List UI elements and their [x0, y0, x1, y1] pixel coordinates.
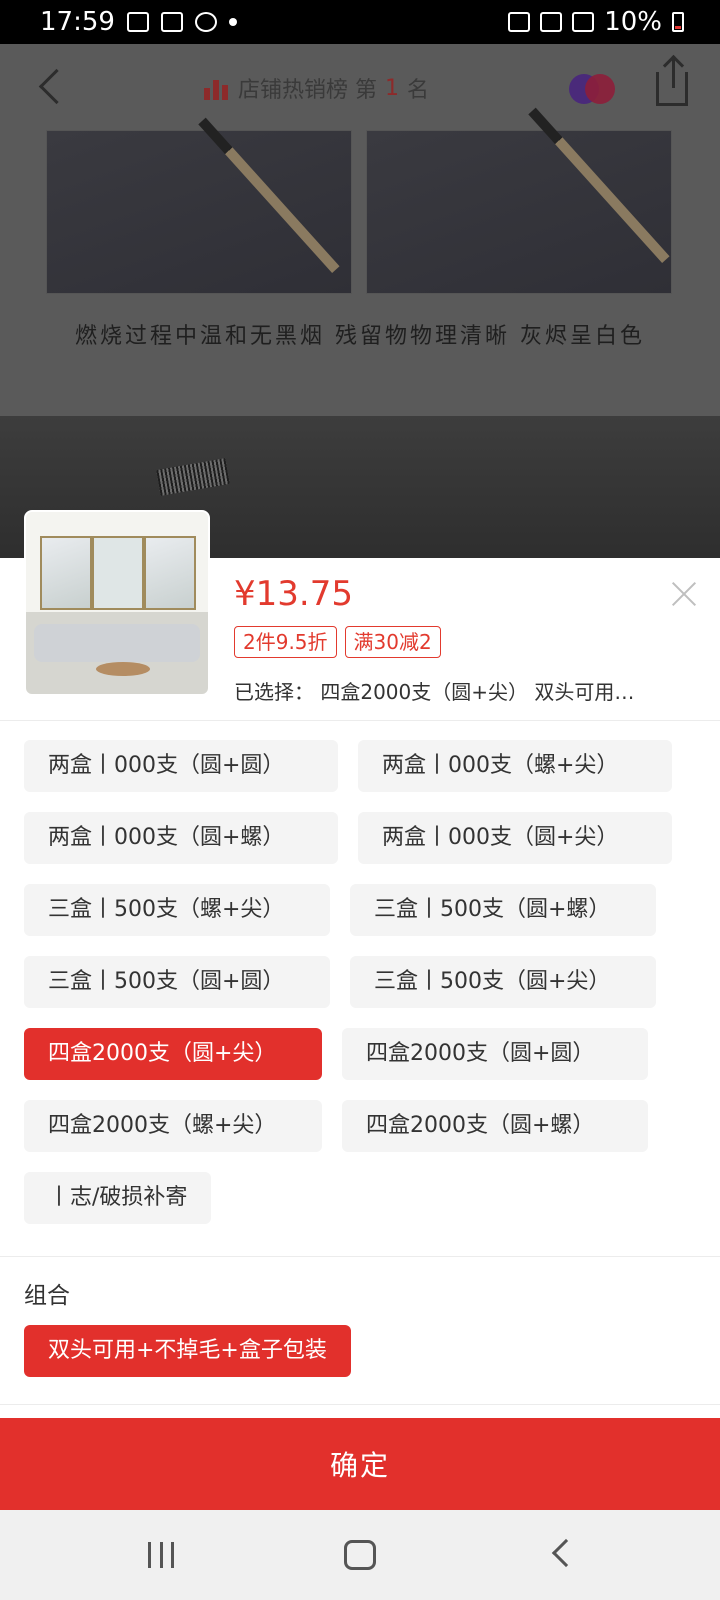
- share-icon[interactable]: [656, 58, 688, 106]
- sku-option[interactable]: 丨志/破损补寄: [24, 1172, 212, 1224]
- sku-option[interactable]: 三盒丨500支（圆+尖）: [350, 956, 656, 1008]
- status-bar: 17:59 10%: [0, 0, 720, 44]
- product-caption: 燃烧过程中温和无黑烟 残留物物理清晰 灰烬呈白色: [75, 324, 645, 349]
- confirm-button[interactable]: 确定: [0, 1418, 720, 1510]
- rank-label: 店铺热销榜 第: [238, 78, 377, 103]
- store-rank[interactable]: 店铺热销榜 第 1 名: [204, 72, 429, 104]
- divider: [0, 1256, 720, 1257]
- wifi-icon: [540, 12, 563, 32]
- zalo-icon: [160, 12, 183, 32]
- recent-apps-icon[interactable]: [148, 1542, 174, 1568]
- thumb-frame-center: [92, 536, 144, 610]
- sku-options: 两盒丨000支（圆+圆） 两盒丨000支（螺+尖） 两盒丨000支（圆+螺） 两…: [24, 740, 696, 1224]
- rank-suffix: 名: [407, 78, 430, 103]
- thumb-table: [96, 662, 150, 676]
- promo-badge: 2件9.5折: [234, 626, 337, 658]
- close-icon[interactable]: [670, 580, 698, 608]
- product-photo-right: [366, 107, 672, 294]
- system-back-icon[interactable]: [551, 1538, 581, 1568]
- sku-option[interactable]: 四盒2000支（圆+螺）: [342, 1100, 648, 1152]
- sku-option[interactable]: 三盒丨500支（圆+圆）: [24, 956, 330, 1008]
- sku-option[interactable]: 两盒丨000支（圆+圆）: [24, 740, 338, 792]
- rank-bars-icon: [204, 76, 230, 100]
- sku-option[interactable]: 三盒丨500支（螺+尖）: [24, 884, 330, 936]
- sync-icon: [194, 12, 217, 32]
- thumb-frame-left: [40, 536, 92, 610]
- notification-dot-icon: [228, 18, 237, 26]
- sku-option[interactable]: 两盒丨000支（螺+尖）: [358, 740, 672, 792]
- selected-summary: 已选择： 四盒2000支（圆+尖） 双头可用…: [234, 680, 635, 704]
- back-icon[interactable]: [36, 70, 62, 106]
- sku-option[interactable]: 四盒2000支（螺+尖）: [24, 1100, 322, 1152]
- brand-logo-icon[interactable]: [569, 74, 615, 104]
- status-time: 17:59: [40, 7, 115, 37]
- rank-number: 1: [385, 75, 399, 101]
- product-detail-background: 店铺热销榜 第 1 名 燃烧过程中温和无黑烟 残留物物理清晰 灰烬呈白色: [0, 44, 720, 558]
- sku-option[interactable]: 两盒丨000支（圆+尖）: [358, 812, 672, 864]
- group-title: 组合: [24, 1283, 70, 1309]
- signal-icon: [572, 12, 595, 32]
- battery-saver-icon: [508, 12, 531, 32]
- battery-text: 10%: [604, 7, 662, 37]
- thumb-sofa: [34, 624, 200, 662]
- promo-badge: 满30减2: [344, 626, 441, 658]
- divider: [0, 720, 720, 721]
- home-icon[interactable]: [344, 1540, 376, 1570]
- product-image-section: 店铺热销榜 第 1 名 燃烧过程中温和无黑烟 残留物物理清晰 灰烬呈白色: [0, 44, 720, 416]
- barcode-graphic: [156, 458, 230, 496]
- promo-badges: 2件9.5折 满30减2: [234, 626, 441, 658]
- image-icon: [126, 12, 149, 32]
- system-navbar: [0, 1510, 720, 1600]
- group-option-selected[interactable]: 双头可用+不掉毛+盒子包装: [24, 1325, 351, 1377]
- product-photo-left: [46, 117, 352, 294]
- sku-option[interactable]: 四盒2000支（圆+圆）: [342, 1028, 648, 1080]
- battery-icon: [672, 12, 684, 32]
- sku-thumbnail[interactable]: [24, 510, 210, 696]
- product-navbar: 店铺热销榜 第 1 名: [0, 44, 720, 130]
- sku-option-selected[interactable]: 四盒2000支（圆+尖）: [24, 1028, 322, 1080]
- sku-option[interactable]: 三盒丨500支（圆+螺）: [350, 884, 656, 936]
- sku-price: ¥13.75: [234, 574, 353, 614]
- divider: [0, 1404, 720, 1405]
- thumb-frame-right: [144, 536, 196, 610]
- sku-option[interactable]: 两盒丨000支（圆+螺）: [24, 812, 338, 864]
